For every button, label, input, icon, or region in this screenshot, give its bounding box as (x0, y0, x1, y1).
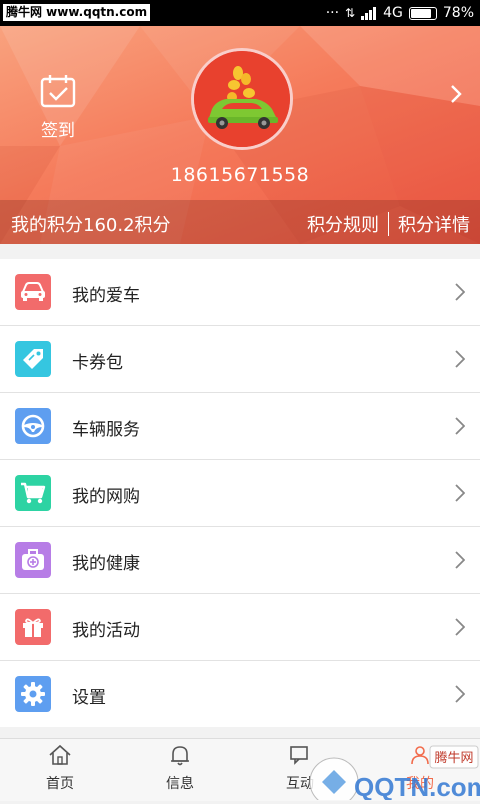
more-dots-icon: ··· (325, 5, 340, 21)
menu-label: 我的健康 (72, 554, 140, 574)
signin-label: 签到 (41, 121, 75, 141)
menu-label: 卡券包 (72, 353, 123, 373)
phone-number: 18615671558 (170, 164, 310, 186)
chevron-right-icon (455, 685, 465, 703)
chevron-right-icon (455, 618, 465, 636)
svg-text:腾牛网: 腾牛网 (434, 750, 473, 766)
tab-messages[interactable]: 信息 (120, 743, 240, 793)
points-bar: 我的积分160.2积分 积分规则 积分详情 (0, 200, 480, 244)
menu-icon-bg (15, 676, 51, 712)
watermark-logo: QQTN.com 腾牛网 (309, 745, 480, 804)
menu-item-health[interactable]: 我的健康 (0, 527, 480, 594)
menu-label: 我的活动 (72, 621, 140, 641)
menu-label: 我的网购 (72, 487, 140, 507)
menu-label: 我的爱车 (72, 286, 140, 306)
steering-wheel-icon (21, 414, 45, 438)
chevron-right-icon (455, 350, 465, 368)
points-summary: 我的积分160.2积分 (11, 215, 171, 236)
tab-home[interactable]: 首页 (0, 743, 120, 793)
tab-label: 信息 (166, 776, 194, 792)
points-links: 积分规则 积分详情 (307, 211, 470, 237)
menu-icon-bg (15, 341, 51, 377)
site-label: 腾牛网 www.qqtn.com (3, 4, 151, 21)
gift-icon (23, 618, 43, 637)
signin-button[interactable]: 签到 (34, 74, 82, 141)
menu-icon-bg (15, 475, 51, 511)
battery-percent: 78% (442, 5, 474, 21)
tab-label: 首页 (46, 776, 74, 792)
menu-icon-bg (15, 609, 51, 645)
points-details-link[interactable]: 积分详情 (398, 211, 470, 237)
chevron-right-icon (455, 484, 465, 502)
profile-header: 签到 18615671558 我的积分160.2积分 积分规则 积分详情 (0, 26, 480, 244)
medkit-icon (22, 549, 44, 570)
menu-item-coupons[interactable]: 卡券包 (0, 326, 480, 393)
svg-text:QQTN.com: QQTN.com (354, 772, 480, 800)
profile-chevron-right-icon[interactable] (450, 84, 462, 104)
status-bar: 腾牛网 www.qqtn.com ··· ⇅ 4G 78% (0, 0, 480, 26)
battery-icon (408, 6, 437, 20)
qqtn-watermark: QQTN.com 腾牛网 (300, 740, 480, 804)
bell-icon (171, 746, 189, 766)
data-transfer-icon: ⇅ (345, 6, 356, 20)
gear-icon (21, 682, 45, 706)
points-rules-link[interactable]: 积分规则 (307, 211, 379, 237)
car-coins-avatar-image (194, 51, 290, 147)
menu-label: 设置 (72, 688, 106, 708)
menu-item-online-shopping[interactable]: 我的网购 (0, 460, 480, 527)
chevron-right-icon (455, 417, 465, 435)
cart-icon (21, 482, 46, 504)
menu-icon-bg (15, 542, 51, 578)
menu-item-my-car[interactable]: 我的爱车 (0, 259, 480, 326)
chevron-right-icon (455, 283, 465, 301)
menu-label: 车辆服务 (72, 420, 140, 440)
chevron-right-icon (455, 551, 465, 569)
status-icons: ··· ⇅ 4G 78% (326, 4, 474, 22)
menu-item-activities[interactable]: 我的活动 (0, 594, 480, 661)
signal-icon (361, 6, 377, 20)
menu-item-vehicle-service[interactable]: 车辆服务 (0, 393, 480, 460)
network-type: 4G (383, 5, 403, 21)
menu-icon-bg (15, 408, 51, 444)
calendar-check-icon (40, 75, 76, 108)
home-icon (49, 744, 71, 765)
menu-icon-bg (15, 274, 51, 310)
avatar[interactable] (191, 48, 293, 150)
car-icon (21, 282, 45, 301)
menu-item-settings[interactable]: 设置 (0, 661, 480, 727)
menu-list: 我的爱车 卡券包 车辆服务 我的网购 我的健康 我的活动 设置 (0, 259, 480, 727)
points-divider (388, 212, 389, 236)
tag-icon (23, 349, 43, 369)
